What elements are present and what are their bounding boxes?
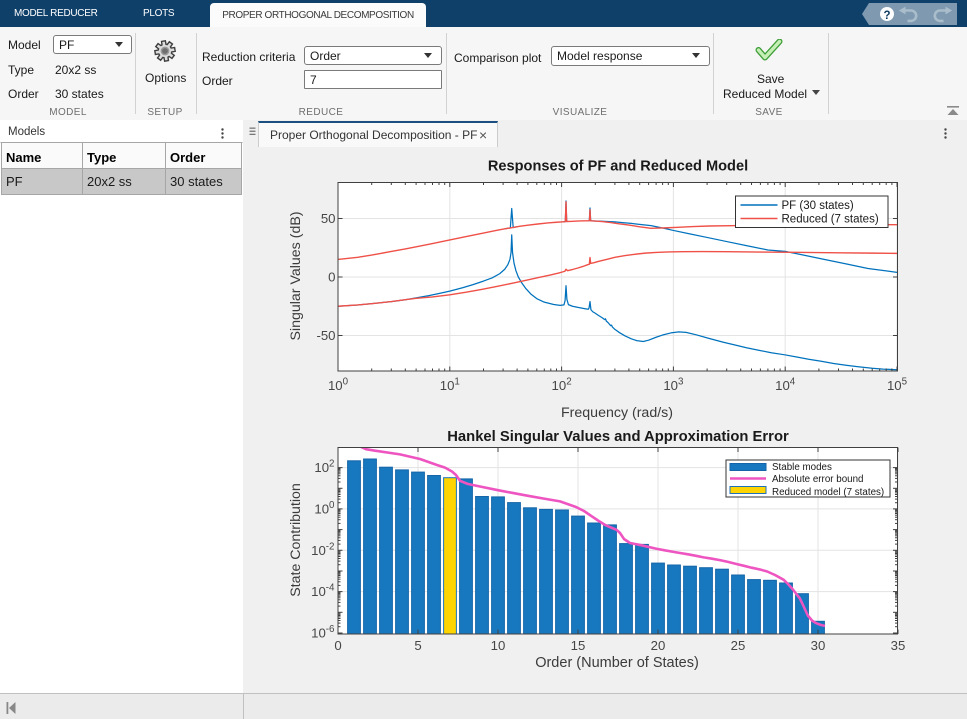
svg-text:50: 50 [321, 211, 336, 226]
svg-text:0: 0 [334, 638, 341, 653]
svg-text:Stable modes: Stable modes [772, 462, 832, 473]
svg-text:35: 35 [891, 638, 906, 653]
svg-text:20: 20 [651, 638, 666, 653]
svg-text:103: 103 [663, 377, 684, 394]
svg-text:101: 101 [440, 377, 460, 394]
svg-text:Responses of PF and Reduced Mo: Responses of PF and Reduced Model [488, 159, 748, 175]
svg-text:15: 15 [571, 638, 586, 653]
svg-text:102: 102 [314, 459, 334, 476]
svg-text:Reduced (7 states): Reduced (7 states) [782, 214, 879, 226]
svg-text:State Contribution: State Contribution [288, 483, 304, 597]
svg-text:5: 5 [414, 638, 421, 653]
svg-text:10-2: 10-2 [311, 541, 334, 558]
svg-text:PF (30 states): PF (30 states) [782, 200, 854, 212]
svg-text:25: 25 [731, 638, 746, 653]
svg-text:Singular Values (dB): Singular Values (dB) [288, 211, 304, 340]
svg-text:100: 100 [328, 377, 349, 394]
svg-text:-50: -50 [316, 328, 335, 343]
svg-text:102: 102 [552, 377, 572, 394]
svg-text:100: 100 [314, 500, 335, 517]
svg-text:105: 105 [887, 377, 908, 394]
svg-text:Order (Number of States): Order (Number of States) [535, 655, 699, 671]
svg-text:0: 0 [328, 270, 335, 285]
svg-text:10-6: 10-6 [311, 624, 335, 641]
svg-text:10-4: 10-4 [311, 583, 335, 600]
svg-text:Absolute error bound: Absolute error bound [772, 474, 864, 485]
svg-text:30: 30 [811, 638, 826, 653]
svg-text:104: 104 [775, 377, 796, 394]
svg-text:Hankel Singular Values and App: Hankel Singular Values and Approximation… [447, 429, 789, 445]
svg-text:10: 10 [491, 638, 506, 653]
svg-text:Frequency (rad/s): Frequency (rad/s) [561, 405, 673, 421]
svg-text:Reduced model (7 states): Reduced model (7 states) [772, 487, 884, 498]
